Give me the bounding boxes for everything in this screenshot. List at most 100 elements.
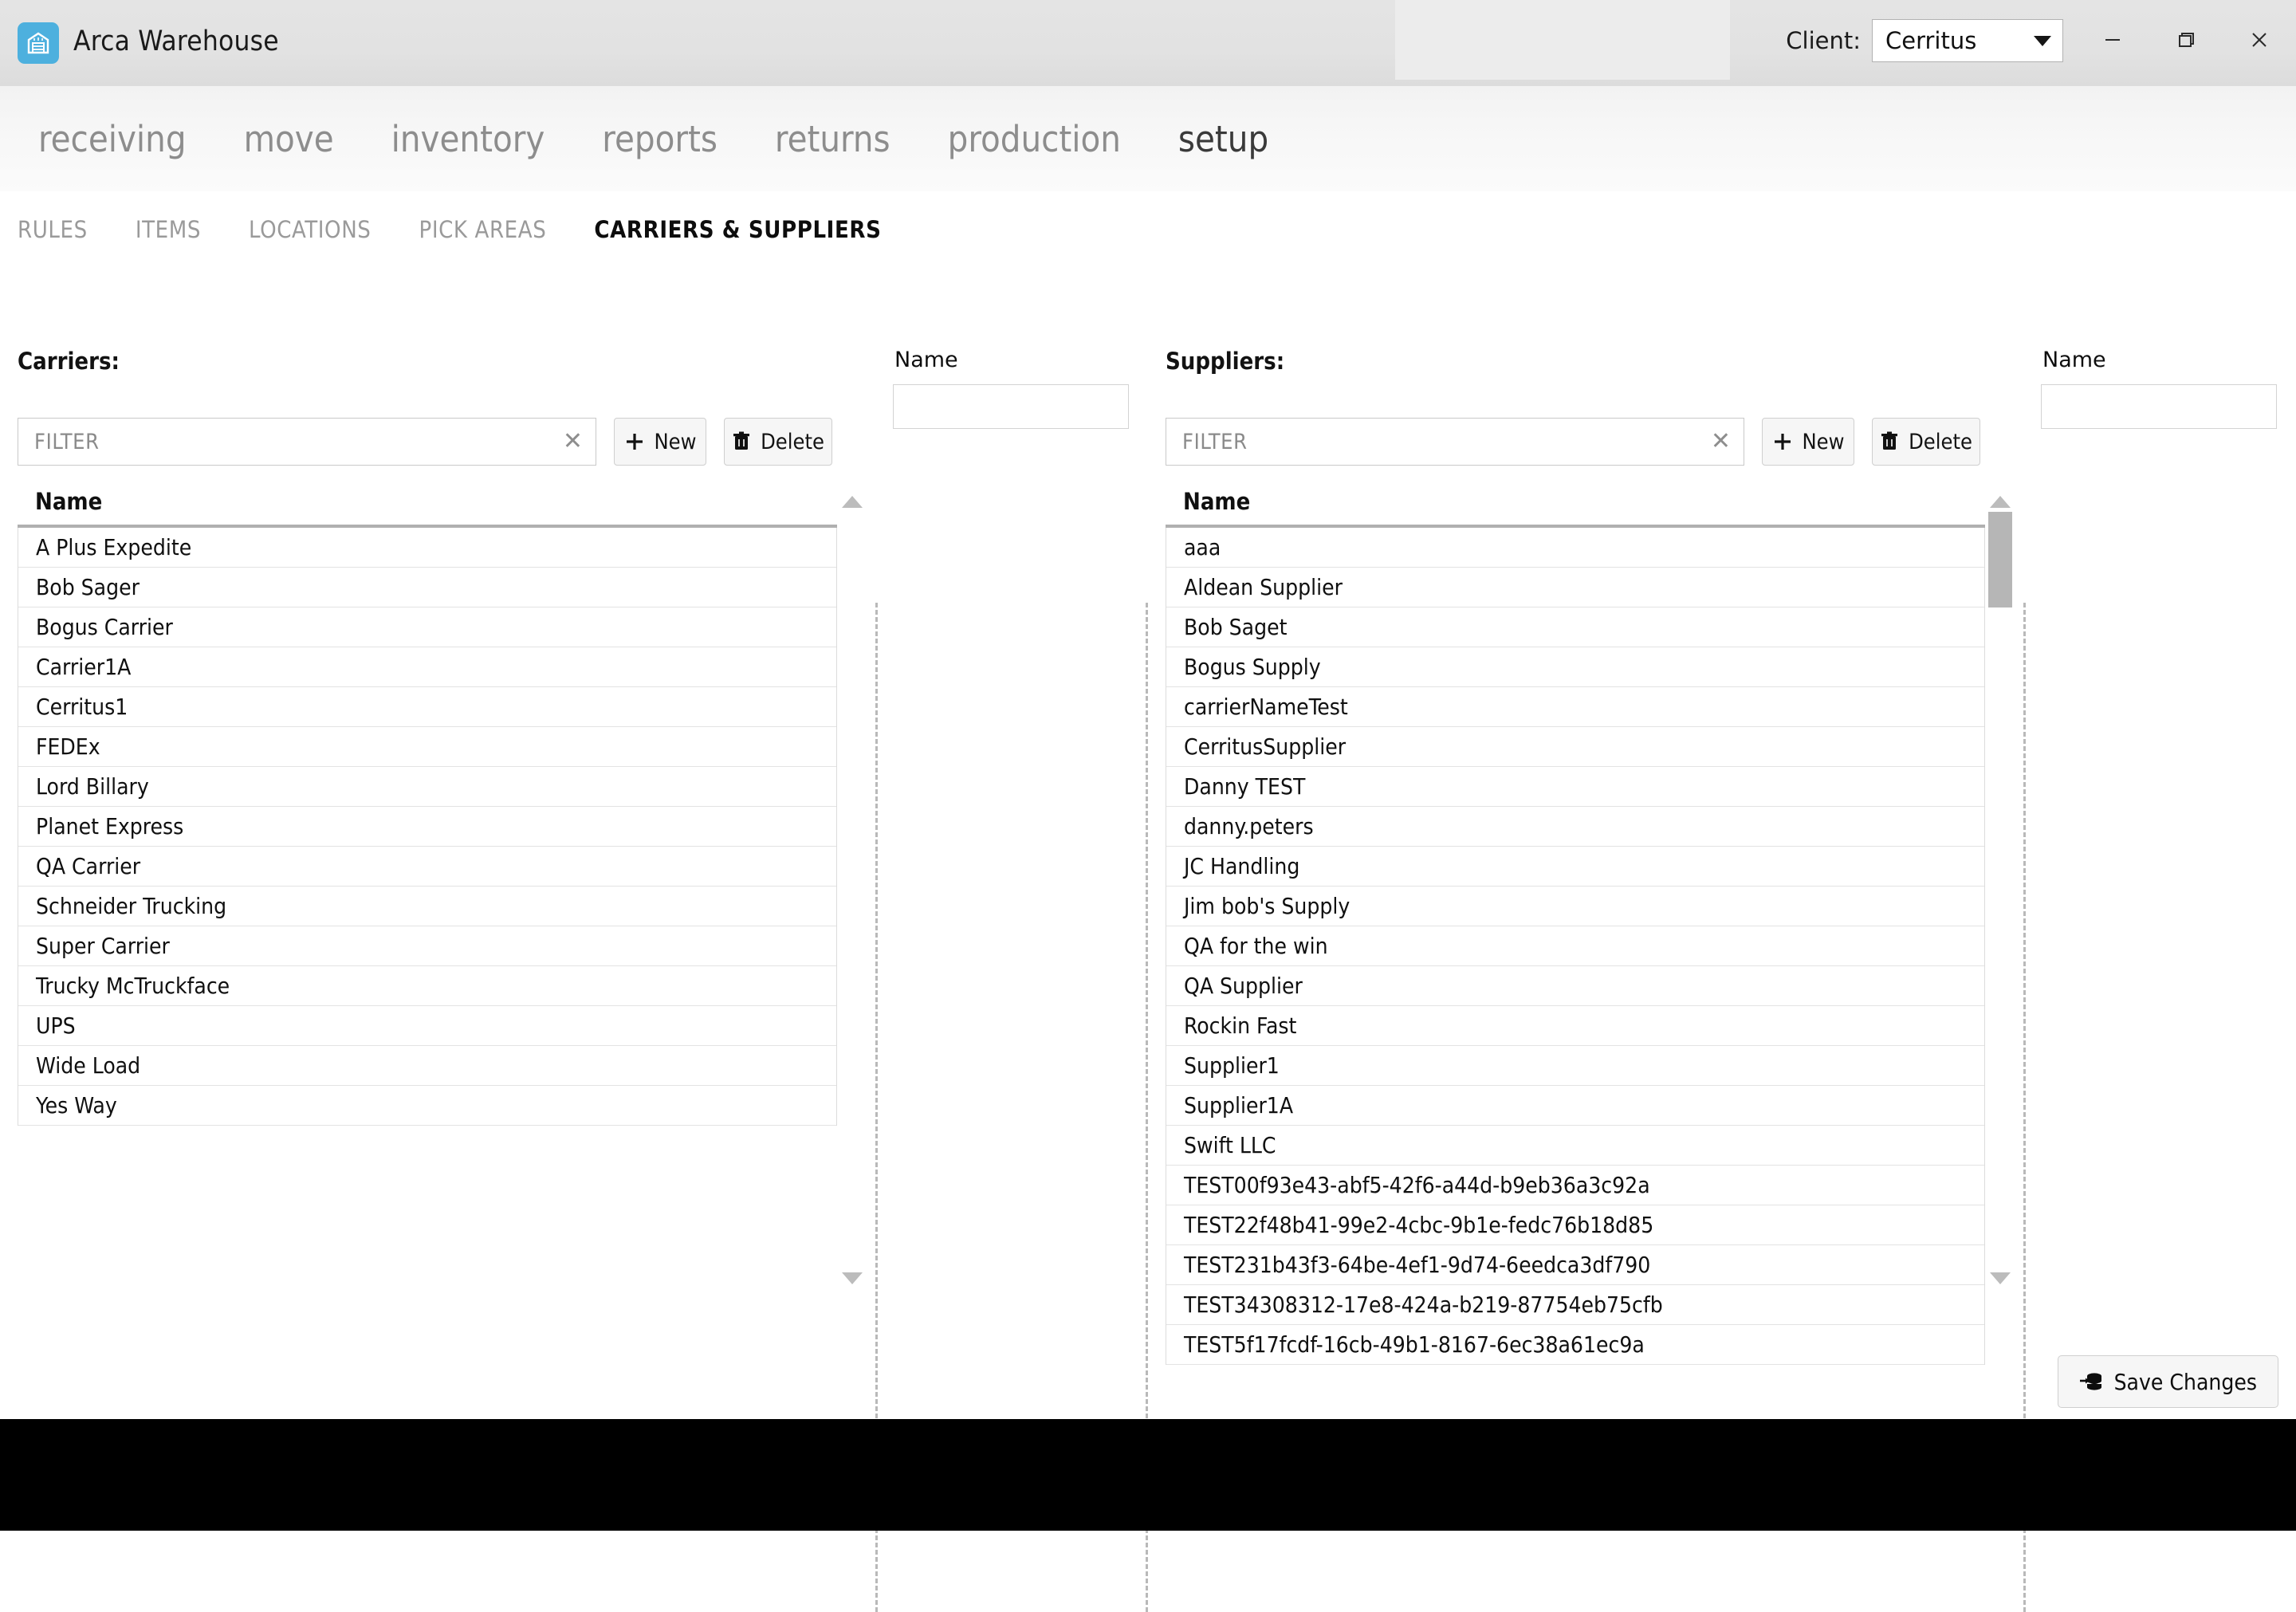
title-bar-light-panel <box>1395 0 1730 80</box>
chevron-down-icon <box>2034 35 2051 46</box>
carriers-panel-title: Carriers: <box>18 348 120 375</box>
suppliers-detail-name-label: Name <box>2042 348 2106 372</box>
suppliers-list-item[interactable]: aaa <box>1166 528 1984 568</box>
suppliers-list-item[interactable]: TEST34308312-17e8-424a-b219-87754eb75cfb <box>1166 1285 1984 1325</box>
suppliers-list-item[interactable]: danny.peters <box>1166 807 1984 847</box>
app-title: Arca Warehouse <box>73 26 279 57</box>
client-label: Client: <box>1786 27 1861 54</box>
carriers-list-item[interactable]: Yes Way <box>18 1086 836 1126</box>
content-area: Carriers: FILTER ✕ New Delete Name A Plu… <box>0 268 2296 1612</box>
suppliers-list-item[interactable]: Supplier1A <box>1166 1086 1984 1126</box>
suppliers-filter-input[interactable]: FILTER ✕ <box>1166 418 1744 466</box>
suppliers-column-header-name: Name <box>1183 488 1251 515</box>
close-button[interactable] <box>2223 0 2296 80</box>
nav-item-move[interactable]: move <box>244 118 334 160</box>
save-database-icon <box>2079 1373 2101 1390</box>
carriers-list-item[interactable]: FEDEx <box>18 727 836 767</box>
main-navigation: receiving move inventory reports returns… <box>0 86 2296 191</box>
suppliers-list-item[interactable]: Jim bob's Supply <box>1166 887 1984 926</box>
carriers-list: Name A Plus Expedite Bob Sager Bogus Carri… <box>18 488 837 1126</box>
suppliers-list-item[interactable]: Bogus Supply <box>1166 647 1984 687</box>
suppliers-list: Name aaa Aldean Supplier Bob Saget Bogus Su… <box>1166 488 1985 1365</box>
client-dropdown-value: Cerritus <box>1885 27 1977 54</box>
carriers-row-container: A Plus Expedite Bob Sager Bogus Carrier Car… <box>18 528 837 1126</box>
suppliers-list-item[interactable]: Rockin Fast <box>1166 1006 1984 1046</box>
carriers-delete-button[interactable]: Delete <box>724 418 832 466</box>
suppliers-new-button[interactable]: New <box>1762 418 1854 466</box>
suppliers-list-item[interactable]: QA Supplier <box>1166 966 1984 1006</box>
nav-item-returns[interactable]: returns <box>775 118 890 160</box>
clear-x-icon[interactable]: ✕ <box>1711 430 1731 454</box>
suppliers-scrollbar-thumb[interactable] <box>1988 512 2012 607</box>
carriers-filter-placeholder: FILTER <box>34 429 100 454</box>
carriers-list-item[interactable]: A Plus Expedite <box>18 528 836 568</box>
suppliers-new-label: New <box>1802 429 1845 454</box>
carriers-list-item[interactable]: UPS <box>18 1006 836 1046</box>
carriers-list-item[interactable]: Lord Billary <box>18 767 836 807</box>
suppliers-list-item[interactable]: JC Handling <box>1166 847 1984 887</box>
title-bar: Arca Warehouse Client: Cerritus <box>0 0 2296 86</box>
carriers-list-item[interactable]: Cerritus1 <box>18 687 836 727</box>
tab-locations[interactable]: LOCATIONS <box>249 216 371 243</box>
suppliers-delete-label: Delete <box>1909 429 1972 454</box>
client-dropdown[interactable]: Cerritus <box>1872 19 2063 62</box>
carriers-scroll-up-icon[interactable] <box>842 494 863 509</box>
suppliers-list-item[interactable]: Bob Saget <box>1166 607 1984 647</box>
carriers-scrollbar[interactable] <box>839 491 866 1288</box>
carriers-new-button[interactable]: New <box>614 418 706 466</box>
clear-x-icon[interactable]: ✕ <box>563 430 583 454</box>
client-selector-area: Client: Cerritus <box>1786 19 2063 62</box>
carriers-scroll-down-icon[interactable] <box>842 1271 863 1285</box>
suppliers-list-item[interactable]: TEST22f48b41-99e2-4cbc-9b1e-fedc76b18d85 <box>1166 1205 1984 1245</box>
suppliers-scroll-up-icon[interactable] <box>1990 494 2011 509</box>
suppliers-list-item[interactable]: TEST00f93e43-abf5-42f6-a44d-b9eb36a3c92a <box>1166 1166 1984 1205</box>
suppliers-filter-placeholder: FILTER <box>1182 429 1248 454</box>
suppliers-scroll-down-icon[interactable] <box>1990 1271 2011 1285</box>
carriers-delete-label: Delete <box>761 429 824 454</box>
tab-items[interactable]: ITEMS <box>136 216 201 243</box>
window-controls <box>2076 0 2296 80</box>
carriers-list-item[interactable]: Bob Sager <box>18 568 836 607</box>
suppliers-list-item[interactable]: carrierNameTest <box>1166 687 1984 727</box>
carriers-list-item[interactable]: QA Carrier <box>18 847 836 887</box>
carriers-list-item[interactable]: Bogus Carrier <box>18 607 836 647</box>
suppliers-list-item[interactable]: QA for the win <box>1166 926 1984 966</box>
suppliers-list-item[interactable]: Danny TEST <box>1166 767 1984 807</box>
carriers-list-item[interactable]: Planet Express <box>18 807 836 847</box>
bottom-black-area <box>0 1419 2296 1531</box>
nav-item-reports[interactable]: reports <box>602 118 718 160</box>
nav-item-production[interactable]: production <box>948 118 1121 160</box>
save-changes-label: Save Changes <box>2113 1368 2257 1395</box>
carriers-filter-input[interactable]: FILTER ✕ <box>18 418 596 466</box>
save-changes-button[interactable]: Save Changes <box>2057 1355 2278 1408</box>
carriers-new-label: New <box>654 429 697 454</box>
maximize-button[interactable] <box>2149 0 2223 80</box>
suppliers-row-container: aaa Aldean Supplier Bob Saget Bogus Supply c… <box>1166 528 1985 1365</box>
carriers-list-item[interactable]: Trucky McTruckface <box>18 966 836 1006</box>
carriers-detail-name-label: Name <box>894 348 958 372</box>
tab-carriers-and-suppliers[interactable]: CARRIERS & SUPPLIERS <box>594 216 881 243</box>
tab-pick-areas[interactable]: PICK AREAS <box>419 216 546 243</box>
nav-item-inventory[interactable]: inventory <box>391 118 545 160</box>
carriers-list-item[interactable]: Carrier1A <box>18 647 836 687</box>
tab-rules[interactable]: RULES <box>18 216 88 243</box>
suppliers-list-item[interactable]: CerritusSupplier <box>1166 727 1984 767</box>
suppliers-list-item[interactable]: TEST231b43f3-64be-4ef1-9d74-6eedca3df790 <box>1166 1245 1984 1285</box>
minimize-button[interactable] <box>2076 0 2149 80</box>
carriers-list-item[interactable]: Super Carrier <box>18 926 836 966</box>
suppliers-scrollbar[interactable] <box>1987 491 2014 1288</box>
carriers-list-item[interactable]: Schneider Trucking <box>18 887 836 926</box>
suppliers-list-item[interactable]: Aldean Supplier <box>1166 568 1984 607</box>
suppliers-list-item[interactable]: TEST5f17fcdf-16cb-49b1-8167-6ec38a61ec9a <box>1166 1325 1984 1365</box>
suppliers-list-item[interactable]: Supplier1 <box>1166 1046 1984 1086</box>
suppliers-list-item[interactable]: Swift LLC <box>1166 1126 1984 1166</box>
nav-item-receiving[interactable]: receiving <box>38 118 187 160</box>
carriers-toolbar: FILTER ✕ New Delete <box>18 418 832 466</box>
carriers-column-header-name: Name <box>35 488 103 515</box>
suppliers-delete-button[interactable]: Delete <box>1872 418 1980 466</box>
carriers-detail-name-input[interactable] <box>893 384 1129 429</box>
carriers-list-item[interactable]: Wide Load <box>18 1046 836 1086</box>
nav-item-setup[interactable]: setup <box>1178 118 1268 160</box>
suppliers-detail-name-input[interactable] <box>2041 384 2277 429</box>
warehouse-icon <box>18 22 59 64</box>
